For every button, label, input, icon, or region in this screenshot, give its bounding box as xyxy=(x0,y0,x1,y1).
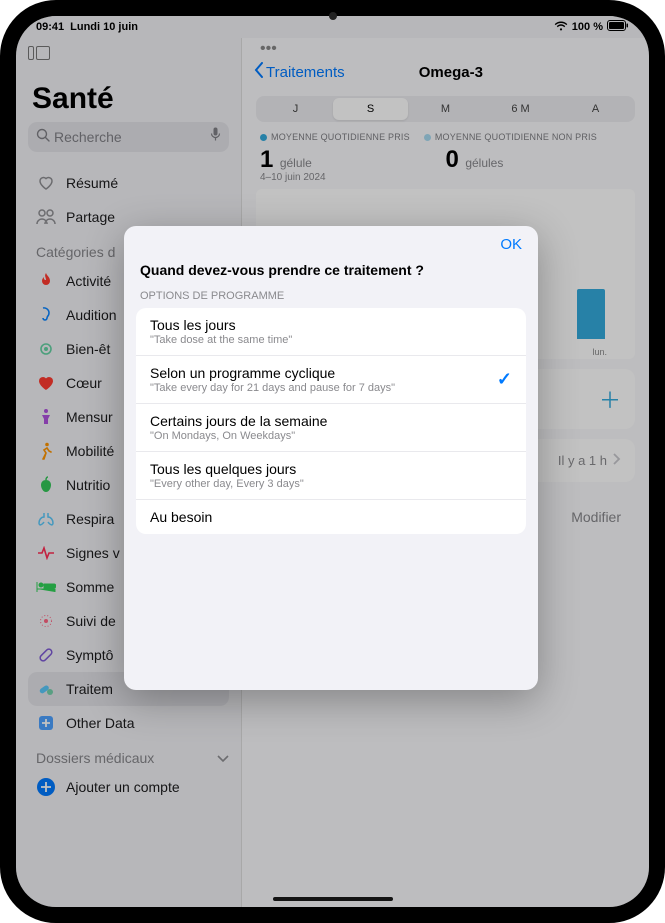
screen: 09:41 Lundi 10 juin 100 % Santé Recherch… xyxy=(16,16,649,907)
home-indicator[interactable] xyxy=(273,897,393,901)
schedule-options: Tous les jours "Take dose at the same ti… xyxy=(136,308,526,534)
option-cyclic[interactable]: Selon un programme cyclique "Take every … xyxy=(136,356,526,404)
camera-dot xyxy=(329,12,337,20)
modal-title: Quand devez-vous prendre ce traitement ? xyxy=(124,240,538,286)
option-as-needed[interactable]: Au besoin xyxy=(136,500,526,534)
ok-button[interactable]: OK xyxy=(500,236,522,253)
check-icon: ✓ xyxy=(497,369,512,390)
schedule-modal: OK Quand devez-vous prendre ce traitemen… xyxy=(124,226,538,690)
modal-section-header: OPTIONS DE PROGRAMME xyxy=(124,286,538,308)
option-daily[interactable]: Tous les jours "Take dose at the same ti… xyxy=(136,308,526,356)
option-weekdays[interactable]: Certains jours de la semaine "On Mondays… xyxy=(136,404,526,452)
option-interval[interactable]: Tous les quelques jours "Every other day… xyxy=(136,452,526,500)
